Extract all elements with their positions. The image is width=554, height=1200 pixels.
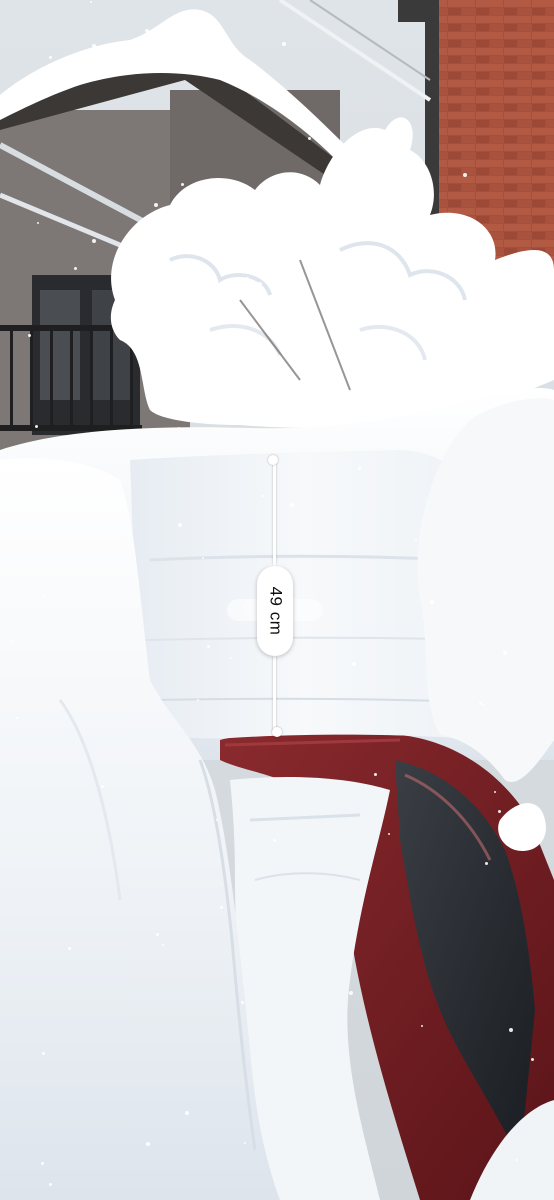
snowflake: [388, 833, 390, 835]
snowflake: [244, 1142, 246, 1144]
snowflake: [37, 222, 39, 224]
snowflake: [430, 600, 434, 604]
snowflake: [101, 785, 104, 788]
snowflake: [258, 282, 262, 286]
snowflake: [282, 42, 286, 46]
snowflake: [408, 157, 410, 159]
snowflake: [197, 699, 199, 701]
snowflake: [49, 1183, 52, 1186]
snowflake: [516, 1159, 518, 1161]
snowflake: [35, 425, 38, 428]
snowflake: [349, 991, 353, 995]
snowflake: [193, 418, 197, 422]
measure-endpoint-bottom[interactable]: [272, 727, 282, 737]
snowflake: [230, 657, 232, 659]
snowflake: [181, 183, 184, 186]
snowflake: [421, 1025, 423, 1027]
snowflake: [290, 503, 294, 507]
snowflake: [479, 702, 482, 705]
snowflake: [178, 427, 180, 429]
snowflake: [90, 1, 92, 3]
snowflake: [483, 704, 485, 706]
snowflake: [241, 315, 244, 318]
snowflake: [156, 933, 159, 936]
snowflake: [74, 267, 77, 270]
snowflake: [28, 334, 31, 337]
snowflake: [146, 1142, 150, 1146]
snowflake: [202, 557, 204, 559]
snowflake: [362, 184, 366, 188]
snowflake: [162, 944, 164, 946]
snowflake: [154, 203, 158, 207]
snowflake: [463, 173, 467, 177]
snowflake: [415, 539, 417, 541]
snowflake: [503, 651, 507, 655]
measurement-value: 49 cm: [266, 586, 286, 636]
snowflake: [173, 25, 176, 28]
snowflake: [485, 862, 488, 865]
snowflake: [478, 274, 481, 277]
snowflake: [509, 285, 511, 287]
measure-line-bottom[interactable]: [273, 656, 276, 732]
measure-line-top[interactable]: [273, 461, 276, 566]
snowflake: [352, 662, 356, 666]
snowflake: [245, 277, 249, 281]
snowflake: [185, 1111, 189, 1115]
snowflake: [241, 1001, 244, 1004]
snowflake: [494, 791, 496, 793]
snowflake: [374, 773, 377, 776]
snowflake: [220, 906, 223, 909]
snowflake: [49, 56, 52, 59]
snowflake: [351, 320, 355, 324]
snowflake: [216, 819, 218, 821]
snowflake: [498, 810, 501, 813]
snowflake: [273, 839, 276, 842]
snowflake: [207, 645, 210, 648]
snowflake: [262, 495, 264, 497]
snowflake: [42, 1052, 45, 1055]
measurement-label[interactable]: 49 cm: [257, 566, 293, 656]
snowflake: [47, 482, 50, 485]
snowflake: [509, 1028, 513, 1032]
snowflake: [42, 595, 45, 598]
snowflake: [358, 467, 361, 470]
snowflake: [308, 137, 311, 140]
snowflake: [145, 29, 149, 33]
snowflake: [92, 44, 96, 48]
snowflake: [16, 717, 18, 719]
measure-endpoint-top[interactable]: [268, 455, 278, 465]
snowflake: [11, 641, 13, 643]
snowflake: [369, 188, 371, 190]
snowflake: [267, 210, 270, 213]
snowflake: [178, 523, 182, 527]
snowflake: [68, 947, 71, 950]
snowflake: [531, 1058, 534, 1061]
snowflake: [92, 239, 96, 243]
snowflake: [41, 1162, 44, 1165]
